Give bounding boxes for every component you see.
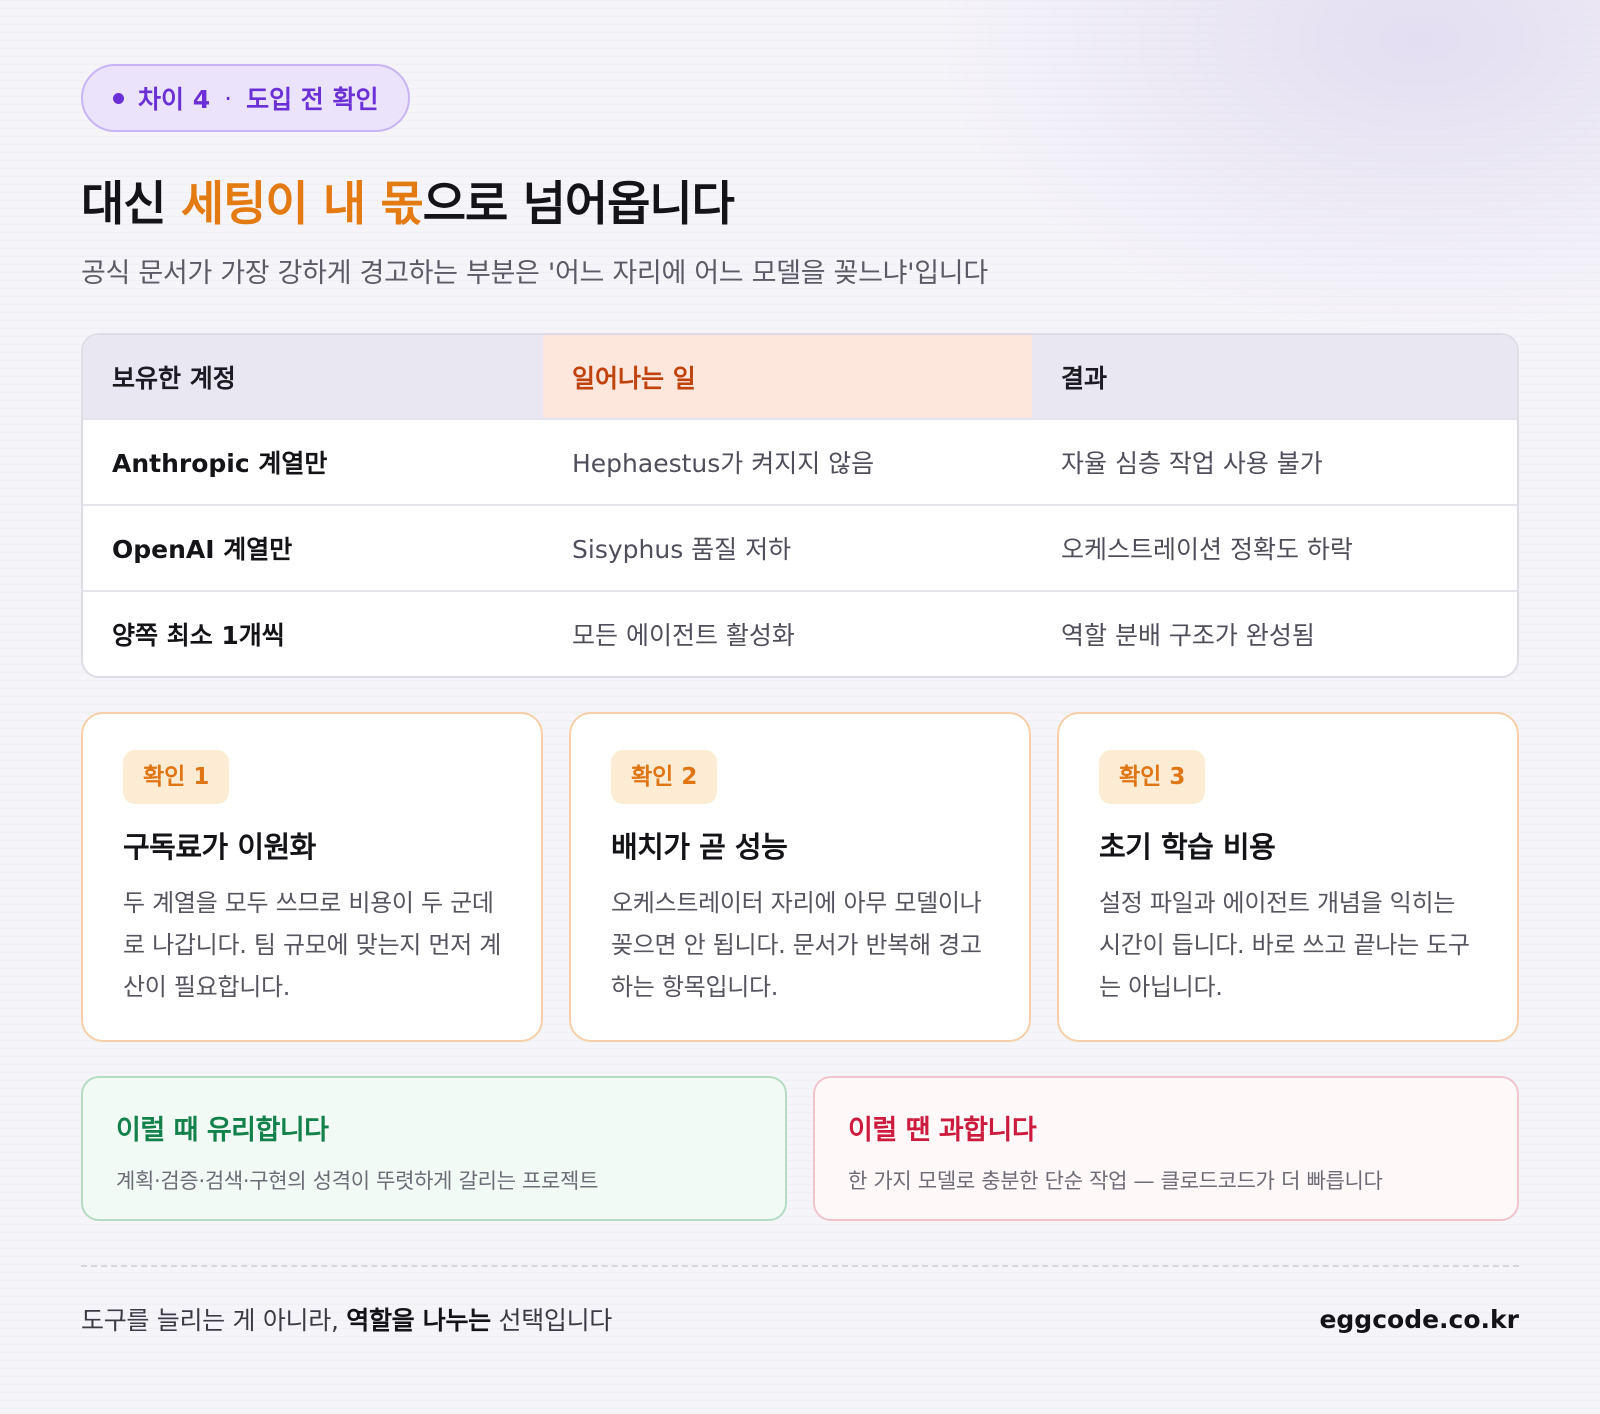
tagline-bold: 역할을 나누는 [346, 1306, 491, 1335]
table-header-row: 보유한 계정 일어나는 일 결과 [83, 335, 1517, 418]
check-card: 확인 2 배치가 곧 성능 오케스트레이터 자리에 아무 모델이나 꽂으면 안 … [569, 712, 1031, 1042]
table-cell: 역할 분배 구조가 완성됨 [1061, 621, 1315, 650]
comparison-table: 보유한 계정 일어나는 일 결과 Anthropic 계열만 Hephaestu… [81, 333, 1519, 678]
table-header-cell: 결과 [1061, 363, 1108, 393]
pill-separator: · [224, 83, 233, 113]
check-badge: 확인 2 [611, 750, 718, 804]
title-part2: 으로 넘어옵니다 [422, 177, 735, 232]
title-part1: 대신 [81, 177, 181, 232]
overkill-title: 이럴 땐 과합니다 [848, 1115, 1037, 1146]
table-cell: 모든 에이전트 활성화 [572, 621, 795, 650]
tagline-post: 선택입니다 [490, 1306, 613, 1335]
slide: 차이 4 · 도입 전 확인 대신 세팅이 내 몫으로 넘어옵니다 공식 문서가… [81, 64, 1519, 1337]
pill-label: 차이 4 [138, 85, 211, 114]
good-fit-box: 이럴 때 유리합니다 계획·검증·검색·구현의 성격이 뚜렷하게 갈리는 프로젝… [81, 1076, 787, 1221]
check-badge: 확인 1 [123, 750, 230, 804]
check-title: 배치가 곧 성능 [611, 830, 788, 864]
check-body: 설정 파일과 에이전트 개념을 익히는 시간이 듭니다. 바로 쓰고 끝나는 도… [1099, 889, 1470, 1001]
footer-divider [81, 1265, 1519, 1267]
table-cell: 오케스트레이션 정확도 하락 [1061, 535, 1353, 564]
footer-tagline: 도구를 늘리는 게 아니라, 역할을 나누는 선택입니다 [81, 1301, 612, 1337]
table-cell: OpenAI 계열만 [112, 535, 293, 564]
title-highlight: 세팅이 내 몫 [180, 177, 424, 232]
table-cell: Sisyphus 품질 저하 [572, 535, 792, 564]
check-card: 확인 3 초기 학습 비용 설정 파일과 에이전트 개념을 익히는 시간이 듭니… [1057, 712, 1519, 1042]
check-cards: 확인 1 구독료가 이원화 두 계열을 모두 쓰므로 비용이 두 군데로 나갑니… [81, 712, 1519, 1042]
verdict-boxes: 이럴 때 유리합니다 계획·검증·검색·구현의 성격이 뚜렷하게 갈리는 프로젝… [81, 1076, 1519, 1221]
page-title: 대신 세팅이 내 몫으로 넘어옵니다 [81, 175, 1519, 235]
check-body: 두 계열을 모두 쓰므로 비용이 두 군데로 나갑니다. 팀 규모에 맞는지 먼… [123, 889, 502, 1001]
good-fit-body: 계획·검증·검색·구현의 성격이 뚜렷하게 갈리는 프로젝트 [116, 1169, 599, 1193]
table-header-cell: 보유한 계정 [112, 363, 236, 393]
tagline-pre: 도구를 늘리는 게 아니라, [81, 1306, 347, 1335]
check-card: 확인 1 구독료가 이원화 두 계열을 모두 쓰므로 비용이 두 군데로 나갑니… [81, 712, 543, 1042]
table-cell: 양쪽 최소 1개씩 [112, 621, 285, 650]
table-row: 양쪽 최소 1개씩 모든 에이전트 활성화 역할 분배 구조가 완성됨 [83, 590, 1517, 676]
table-cell: Hephaestus가 켜지지 않음 [572, 449, 875, 478]
site-url: eggcode.co.kr [1319, 1304, 1519, 1334]
check-badge: 확인 3 [1099, 750, 1206, 804]
overkill-box: 이럴 땐 과합니다 한 가지 모델로 충분한 단순 작업 — 클로드코드가 더 … [813, 1076, 1519, 1221]
section-pill: 차이 4 · 도입 전 확인 [81, 64, 411, 132]
table-cell: 자율 심층 작업 사용 불가 [1061, 449, 1323, 478]
pill-sub: 도입 전 확인 [246, 85, 379, 114]
check-body: 오케스트레이터 자리에 아무 모델이나 꽂으면 안 됩니다. 문서가 반복해 경… [611, 889, 982, 1001]
table-cell: Anthropic 계열만 [112, 449, 328, 478]
check-title: 구독료가 이원화 [123, 830, 316, 864]
table-row: Anthropic 계열만 Hephaestus가 켜지지 않음 자율 심층 작… [83, 418, 1517, 504]
page-subtitle: 공식 문서가 가장 강하게 경고하는 부분은 '어느 자리에 어느 모델을 꽂느… [81, 258, 988, 289]
footer: 도구를 늘리는 게 아니라, 역할을 나누는 선택입니다 eggcode.co.… [81, 1301, 1519, 1337]
table-header-cell: 일어나는 일 [543, 335, 1032, 418]
good-fit-title: 이럴 때 유리합니다 [116, 1115, 329, 1146]
check-title: 초기 학습 비용 [1099, 830, 1276, 864]
overkill-body: 한 가지 모델로 충분한 단순 작업 — 클로드코드가 더 빠릅니다 [848, 1169, 1383, 1193]
bullet-dot-icon [113, 92, 124, 104]
table-row: OpenAI 계열만 Sisyphus 품질 저하 오케스트레이션 정확도 하락 [83, 504, 1517, 590]
